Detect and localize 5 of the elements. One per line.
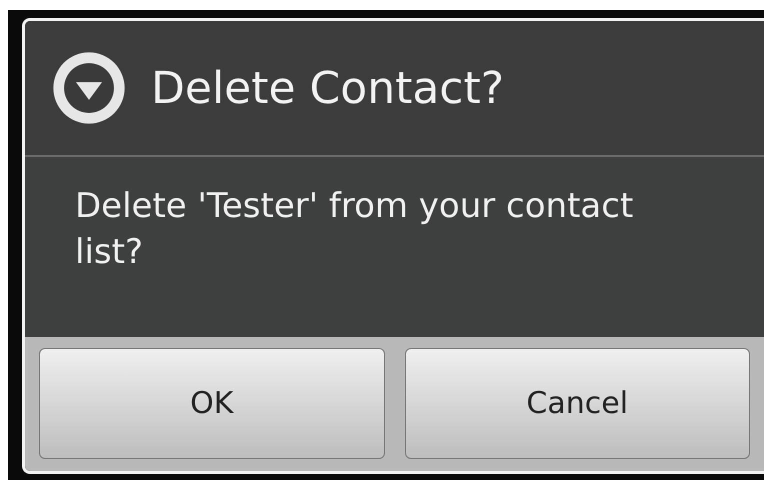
dialog-title: Delete Contact?: [151, 62, 504, 114]
alert-icon: [51, 50, 127, 126]
dialog-button[interactable]: Cancel: [404, 348, 750, 459]
dialog-button[interactable]: OK: [39, 348, 384, 459]
dialog-message: Delete 'Tester' from your contact list?: [75, 185, 634, 274]
